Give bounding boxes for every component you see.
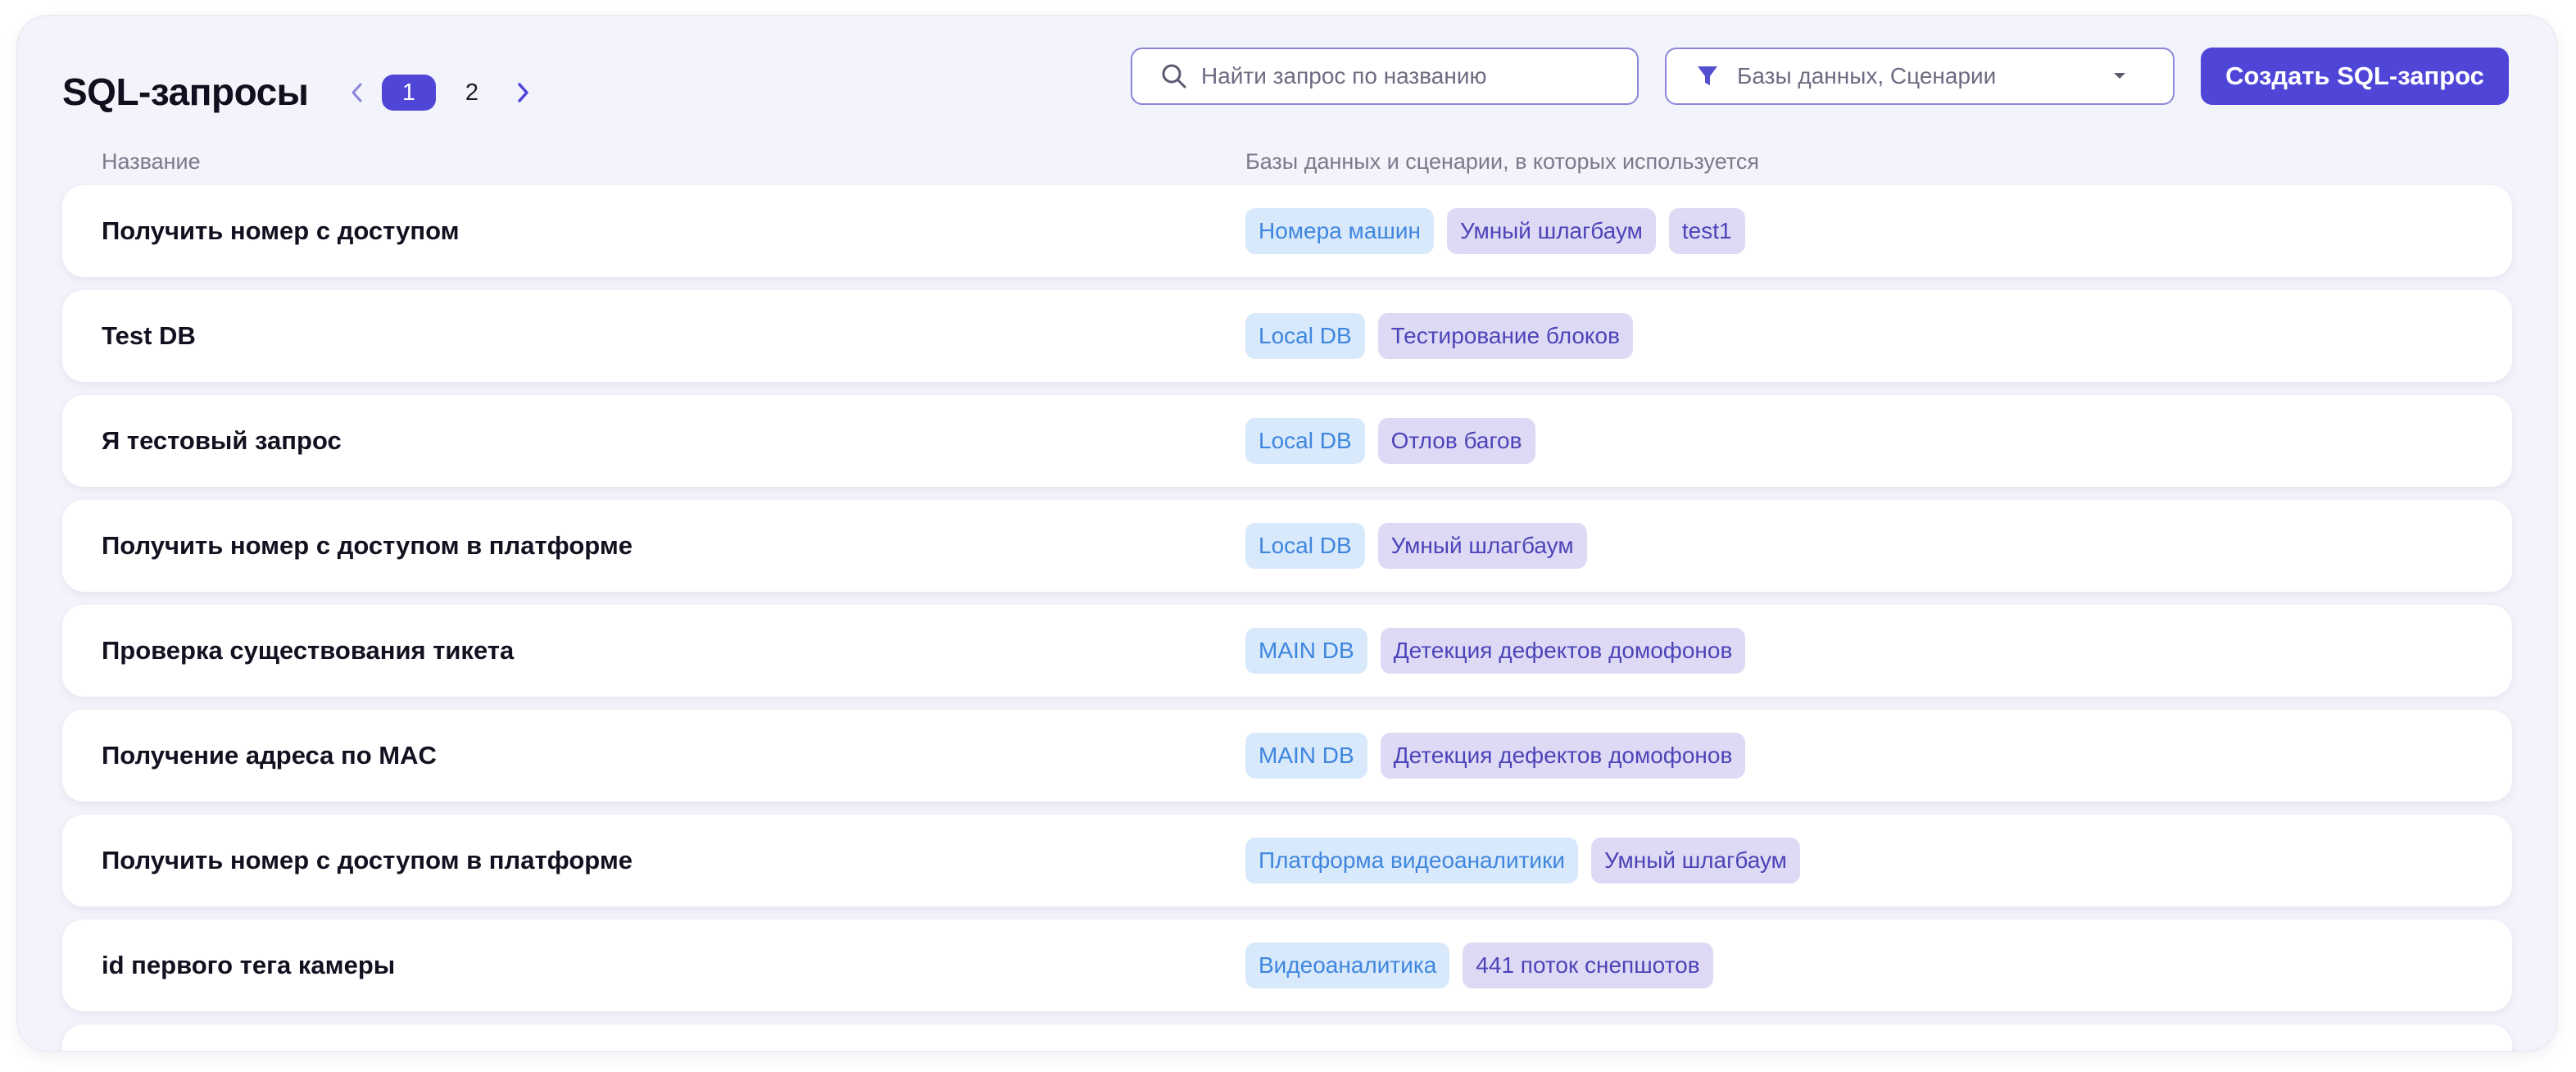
- table-row[interactable]: Получить номер с доступом в платформе Lo…: [62, 500, 2512, 592]
- database-tag: Платформа видеоаналитики: [1245, 838, 1578, 883]
- usage-tags: Local DB Отлов багов: [1245, 395, 1549, 487]
- database-tag: Видеоаналитика: [1245, 943, 1450, 988]
- usage-tags: MAIN DB Детекция дефектов домофонов: [1245, 710, 1758, 802]
- scenario-tag: Умный шлагбаум: [1446, 208, 1656, 254]
- table-row-partial[interactable]: [62, 1024, 2512, 1051]
- table-row[interactable]: Test DB Local DB Тестирование блоков: [62, 290, 2512, 382]
- usage-tags: Номера машин Умный шлагбаум test1: [1245, 185, 1758, 277]
- query-name: Получить номер с доступом в платформе: [102, 531, 633, 560]
- search-placeholder: Найти запрос по названию: [1201, 63, 1487, 89]
- table-row[interactable]: Получение адреса по MAC MAIN DB Детекция…: [62, 710, 2512, 802]
- query-name: Получить номер с доступом в платформе: [102, 846, 633, 874]
- table-row[interactable]: id первого тега камеры Видеоаналитика 44…: [62, 920, 2512, 1011]
- database-tag: Local DB: [1245, 523, 1365, 569]
- query-name: Я тестовый запрос: [102, 426, 342, 455]
- pagination: 1 2: [338, 74, 542, 111]
- search-icon: [1162, 64, 1186, 89]
- search-input[interactable]: Найти запрос по названию: [1131, 48, 1639, 105]
- scenario-tag: Умный шлагбаум: [1377, 523, 1587, 569]
- database-tag: MAIN DB: [1245, 628, 1367, 674]
- usage-tags: Видеоаналитика 441 поток снепшотов: [1245, 920, 1726, 1011]
- next-page-button[interactable]: [503, 74, 542, 111]
- page-title: SQL-запросы: [62, 70, 309, 113]
- usage-tags: MAIN DB Детекция дефектов домофонов: [1245, 605, 1758, 697]
- filter-dropdown[interactable]: Базы данных, Сценарии: [1665, 48, 2175, 105]
- chevron-right-icon: [518, 83, 528, 102]
- usage-tags: Local DB Тестирование блоков: [1245, 290, 1646, 382]
- query-name: Проверка существования тикета: [102, 636, 515, 665]
- query-name: Получить номер с доступом: [102, 216, 460, 245]
- scenario-tag: test1: [1668, 208, 1745, 254]
- usage-tags: Платформа видеоаналитики Умный шлагбаум: [1245, 815, 1813, 906]
- table-row[interactable]: Получить номер с доступом в платформе Пл…: [62, 815, 2512, 906]
- table-row[interactable]: Получить номер с доступом Номера машин У…: [62, 185, 2512, 277]
- database-tag: Local DB: [1245, 418, 1365, 464]
- database-tag: MAIN DB: [1245, 733, 1367, 779]
- scenario-tag: Детекция дефектов домофонов: [1380, 733, 1746, 779]
- sql-queries-panel: SQL-запросы 1 2 Найти запрос по названию…: [18, 16, 2556, 1051]
- caret-down-icon: [2114, 73, 2125, 79]
- usage-tags: Local DB Умный шлагбаум: [1245, 500, 1600, 592]
- page-2-button[interactable]: 2: [446, 75, 498, 111]
- database-tag: Номера машин: [1245, 208, 1434, 254]
- scenario-tag: 441 поток снепшотов: [1463, 943, 1713, 988]
- query-name: Получение адреса по MAC: [102, 741, 437, 770]
- scenario-tag: Отлов багов: [1377, 418, 1535, 464]
- database-tag: Local DB: [1245, 313, 1365, 359]
- filter-value: Базы данных, Сценарии: [1737, 63, 1997, 89]
- scenario-tag: Умный шлагбаум: [1590, 838, 1800, 883]
- page-1-button[interactable]: 1: [382, 75, 436, 111]
- column-header-usage: Базы данных и сценарии, в которых исполь…: [1245, 149, 1759, 174]
- scenario-tag: Тестирование блоков: [1377, 313, 1633, 359]
- prev-page-button[interactable]: [338, 74, 377, 111]
- table-row[interactable]: Проверка существования тикета MAIN DB Де…: [62, 605, 2512, 697]
- funnel-icon: [1698, 66, 1717, 85]
- chevron-left-icon: [351, 83, 362, 102]
- scenario-tag: Детекция дефектов домофонов: [1380, 628, 1746, 674]
- queries-list: Получить номер с доступом Номера машин У…: [62, 185, 2512, 1051]
- query-name: id первого тега камеры: [102, 951, 396, 979]
- query-name: Test DB: [102, 321, 196, 350]
- create-sql-query-button[interactable]: Создать SQL-запрос: [2201, 48, 2509, 105]
- column-header-name: Название: [102, 149, 201, 174]
- table-row[interactable]: Я тестовый запрос Local DB Отлов багов: [62, 395, 2512, 487]
